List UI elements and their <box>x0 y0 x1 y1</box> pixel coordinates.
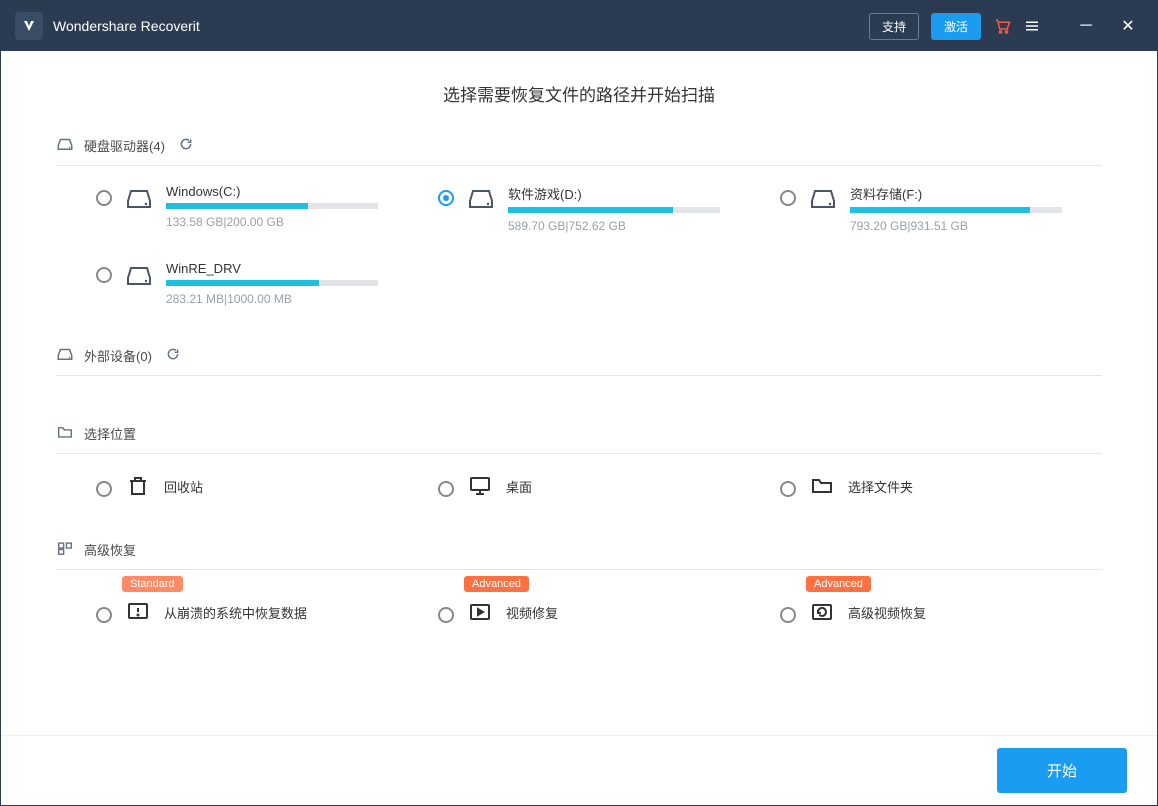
drive-icon <box>466 186 496 212</box>
drive-size: 793.20 GB|931.51 GB <box>850 219 1062 233</box>
drive-size: 283.21 MB|1000.00 MB <box>166 292 378 306</box>
section-header-hdd: 硬盘驱动器(4) <box>56 136 1102 166</box>
location-label: 选择文件夹 <box>848 477 913 496</box>
external-device-icon <box>56 347 74 364</box>
advanced-crash-recover[interactable]: Standard 从崩溃的系统中恢复数据 <box>96 598 418 626</box>
radio-button[interactable] <box>438 190 454 206</box>
app-logo-icon <box>15 12 43 40</box>
folder-icon <box>808 472 836 500</box>
section-header-advanced: 高级恢复 <box>56 540 1102 570</box>
hdd-icon <box>56 137 74 154</box>
refresh-external-icon[interactable] <box>166 347 180 364</box>
radio-button[interactable] <box>438 481 454 497</box>
menu-icon[interactable] <box>1023 17 1041 35</box>
advanced-item-label: 视频修复 <box>506 603 558 622</box>
close-button[interactable]: ✕ <box>1113 16 1143 36</box>
location-label: 桌面 <box>506 477 532 496</box>
drive-label: Windows(C:) <box>166 184 378 199</box>
activate-button[interactable]: 激活 <box>931 13 981 40</box>
drive-item[interactable]: WinRE_DRV 283.21 MB|1000.00 MB <box>96 261 418 306</box>
drive-size: 133.58 GB|200.00 GB <box>166 215 378 229</box>
radio-button[interactable] <box>780 607 796 623</box>
section-header-external: 外部设备(0) <box>56 346 1102 376</box>
radio-button[interactable] <box>438 607 454 623</box>
usage-bar <box>166 280 378 286</box>
drive-label: WinRE_DRV <box>166 261 378 276</box>
start-button[interactable]: 开始 <box>997 748 1127 793</box>
recycle-bin-icon <box>124 472 152 500</box>
hdd-section-label: 硬盘驱动器(4) <box>84 136 165 155</box>
tier-badge: Advanced <box>464 576 529 592</box>
drive-icon <box>808 186 838 212</box>
external-section-label: 外部设备(0) <box>84 346 152 365</box>
drive-size: 589.70 GB|752.62 GB <box>508 219 720 233</box>
radio-button[interactable] <box>96 607 112 623</box>
location-recycle-bin[interactable]: 回收站 <box>96 472 418 500</box>
drive-icon <box>124 186 154 212</box>
titlebar: Wondershare Recoverit 支持 激活 ─ ✕ <box>1 1 1157 51</box>
advanced-item-label: 高级视频恢复 <box>848 603 926 622</box>
refresh-icon[interactable] <box>179 137 193 154</box>
advanced-video-recover[interactable]: Advanced 高级视频恢复 <box>780 598 1102 626</box>
radio-button[interactable] <box>780 190 796 206</box>
support-button[interactable]: 支持 <box>869 13 919 40</box>
app-title: Wondershare Recoverit <box>53 18 869 34</box>
drive-item[interactable]: 软件游戏(D:) 589.70 GB|752.62 GB <box>438 184 760 233</box>
adv-video-recover-icon <box>808 598 836 626</box>
minimize-button[interactable]: ─ <box>1071 17 1101 35</box>
footer: 开始 <box>1 735 1157 805</box>
usage-bar <box>508 207 720 213</box>
advanced-item-label: 从崩溃的系统中恢复数据 <box>164 603 307 622</box>
location-choose-folder[interactable]: 选择文件夹 <box>780 472 1102 500</box>
usage-bar <box>850 207 1062 213</box>
locations-section-label: 选择位置 <box>84 424 136 443</box>
advanced-video-repair[interactable]: Advanced 视频修复 <box>438 598 760 626</box>
cart-icon[interactable] <box>993 17 1011 35</box>
crash-recover-icon <box>124 598 152 626</box>
radio-button[interactable] <box>780 481 796 497</box>
drive-item[interactable]: Windows(C:) 133.58 GB|200.00 GB <box>96 184 418 233</box>
page-title: 选择需要恢复文件的路径并开始扫描 <box>56 81 1102 106</box>
drive-label: 资料存储(F:) <box>850 184 1062 203</box>
radio-button[interactable] <box>96 267 112 283</box>
advanced-section-icon <box>56 541 74 558</box>
section-header-locations: 选择位置 <box>56 424 1102 454</box>
location-desktop[interactable]: 桌面 <box>438 472 760 500</box>
drive-label: 软件游戏(D:) <box>508 184 720 203</box>
location-label: 回收站 <box>164 477 203 496</box>
usage-bar <box>166 203 378 209</box>
folder-section-icon <box>56 425 74 442</box>
advanced-section-label: 高级恢复 <box>84 540 136 559</box>
drive-item[interactable]: 资料存储(F:) 793.20 GB|931.51 GB <box>780 184 1102 233</box>
tier-badge: Standard <box>122 576 183 592</box>
radio-button[interactable] <box>96 481 112 497</box>
radio-button[interactable] <box>96 190 112 206</box>
video-repair-icon <box>466 598 494 626</box>
desktop-icon <box>466 472 494 500</box>
tier-badge: Advanced <box>806 576 871 592</box>
main-content: 选择需要恢复文件的路径并开始扫描 硬盘驱动器(4) Windows(C:) 13… <box>1 51 1157 735</box>
drive-icon <box>124 263 154 289</box>
